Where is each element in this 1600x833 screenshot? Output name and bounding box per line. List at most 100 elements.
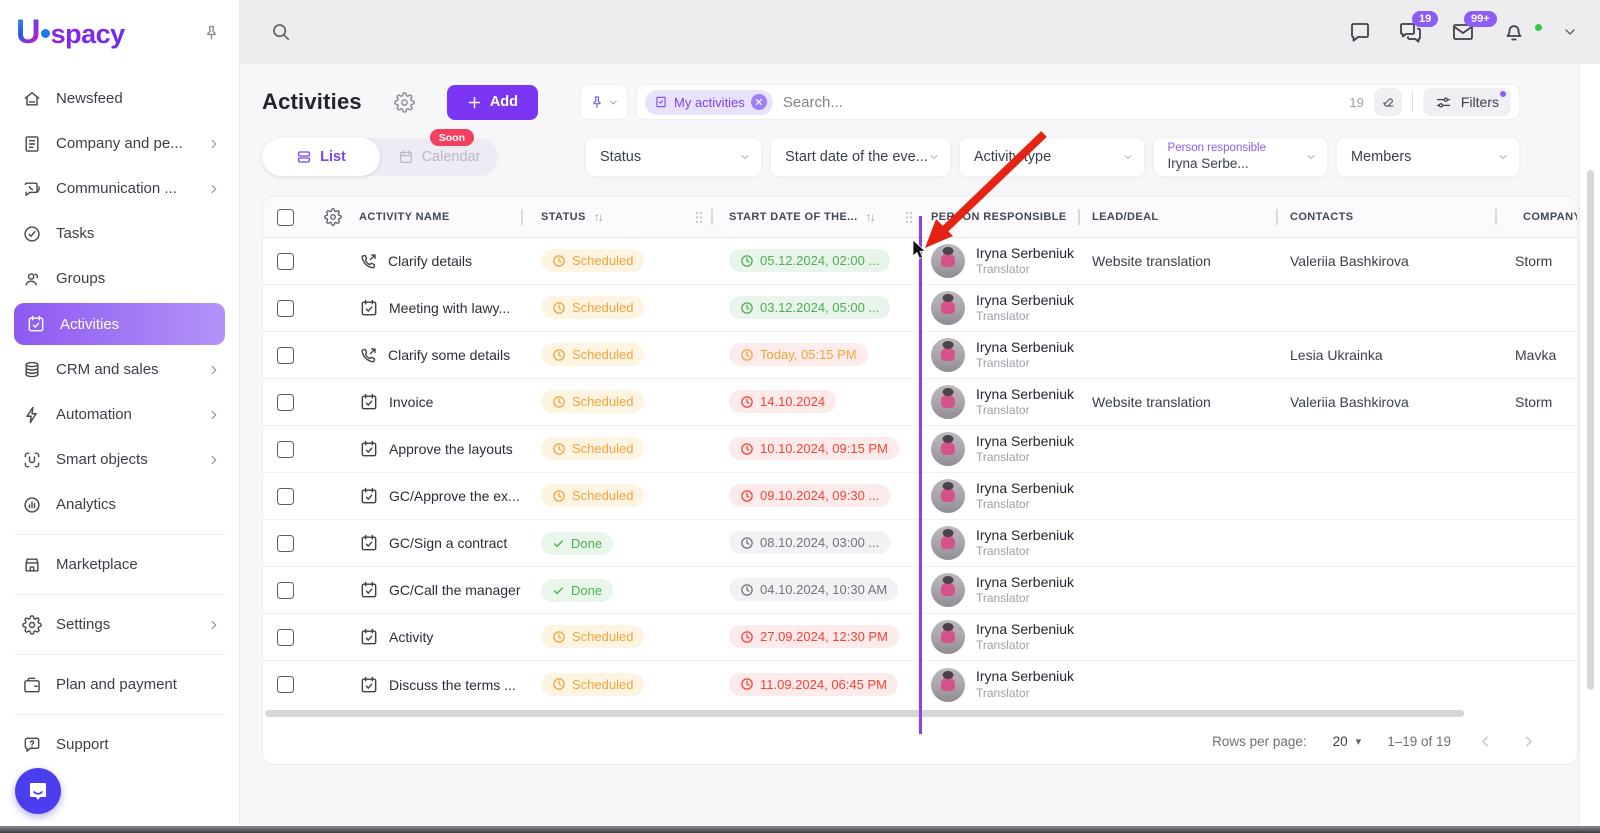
sidebar-item-label: Analytics xyxy=(56,496,221,513)
start-date-badge: 08.10.2024, 03:00 ... xyxy=(729,531,890,554)
sidebar-item-tasks[interactable]: Tasks xyxy=(0,211,239,256)
sidebar-item-marketplace[interactable]: Marketplace xyxy=(0,542,239,587)
select-all-checkbox[interactable] xyxy=(277,209,294,226)
column-header-activity-name[interactable]: ACTIVITY NAME xyxy=(359,197,521,237)
clock-icon xyxy=(740,489,754,503)
person-avatar xyxy=(931,338,965,372)
sidebar-item-crm-and-sales[interactable]: CRM and sales xyxy=(0,347,239,392)
messenger-icon[interactable]: 19 xyxy=(1398,20,1424,44)
row-checkbox[interactable] xyxy=(277,535,294,552)
add-activity-button[interactable]: Add xyxy=(447,85,538,120)
rows-per-page-select[interactable]: 20▾ xyxy=(1333,734,1362,749)
sidebar-item-smart-objects[interactable]: Smart objects xyxy=(0,437,239,482)
row-checkbox[interactable] xyxy=(277,394,294,411)
person-avatar xyxy=(931,244,965,278)
sidebar-item-communication[interactable]: Communication ... xyxy=(0,166,239,211)
sort-icon[interactable]: ↑↓ xyxy=(866,210,874,224)
person-role: Translator xyxy=(976,544,1074,559)
column-header-start-date[interactable]: START DATE OF THE...↑↓ xyxy=(711,197,921,237)
column-header-lead-deal[interactable]: LEAD/DEAL xyxy=(1078,197,1276,237)
support-chat-button[interactable] xyxy=(15,768,61,814)
sort-icon[interactable]: ↑↓ xyxy=(594,210,602,224)
horizontal-scrollbar-thumb[interactable] xyxy=(265,710,1464,717)
soon-badge: Soon xyxy=(430,129,474,146)
row-checkbox[interactable] xyxy=(277,253,294,270)
person-name: Iryna Serbeniuk xyxy=(976,668,1074,686)
clear-filters-eraser-button[interactable] xyxy=(1374,88,1402,116)
sidebar-item-support[interactable]: Support xyxy=(0,722,239,767)
members-filter[interactable]: Members xyxy=(1336,137,1520,177)
row-checkbox[interactable] xyxy=(277,441,294,458)
status-filter[interactable]: Status xyxy=(585,137,762,177)
activity-name: Clarify details xyxy=(388,253,472,269)
filters-row: Status Start date of the eve... Activity… xyxy=(585,137,1578,177)
communication-icon xyxy=(22,179,42,199)
logo-dot-icon xyxy=(41,29,50,38)
page-settings-gear-icon[interactable] xyxy=(394,92,415,113)
clock-icon xyxy=(552,677,566,691)
sliders-icon xyxy=(1435,94,1452,111)
row-checkbox[interactable] xyxy=(277,582,294,599)
my-activities-chip[interactable]: My activities ✕ xyxy=(645,90,773,115)
sidebar-item-activities[interactable]: Activities xyxy=(14,303,225,345)
mail-badge: 99+ xyxy=(1464,11,1497,27)
column-header-contacts[interactable]: CONTACTS xyxy=(1276,197,1495,237)
company-value: Storm xyxy=(1495,253,1577,269)
calendar-check-icon xyxy=(359,627,379,647)
chevron-down-icon xyxy=(1122,151,1134,163)
sidebar-item-groups[interactable]: Groups xyxy=(0,256,239,301)
notifications-bell-icon[interactable] xyxy=(1502,20,1526,44)
column-header-company[interactable]: COMPANY xyxy=(1495,197,1577,237)
mail-icon[interactable]: 99+ xyxy=(1450,20,1476,44)
table-settings-gear-icon[interactable] xyxy=(307,197,359,237)
pin-filter-button[interactable] xyxy=(580,84,628,120)
sidebar-item-label: Marketplace xyxy=(56,556,221,573)
drag-handle-icon[interactable] xyxy=(695,211,703,224)
start-date-filter[interactable]: Start date of the eve... xyxy=(770,137,951,177)
start-date-badge: 05.12.2024, 02:00 ... xyxy=(729,249,890,272)
person-avatar xyxy=(931,573,965,607)
sidebar-item-label: Plan and payment xyxy=(56,676,221,693)
column-header-person-responsible[interactable]: PERSON RESPONSIBLE xyxy=(921,197,1078,237)
row-checkbox[interactable] xyxy=(277,629,294,646)
sidebar-item-company-and-pe[interactable]: Company and pe... xyxy=(0,121,239,166)
column-resize-indicator[interactable] xyxy=(919,216,922,734)
sidebar-item-analytics[interactable]: Analytics xyxy=(0,482,239,527)
activity-type-filter[interactable]: Activity type xyxy=(959,137,1145,177)
sidebar-item-label: Automation xyxy=(56,406,193,423)
rows-per-page-label: Rows per page: xyxy=(1212,734,1307,749)
search-input[interactable] xyxy=(783,94,1340,111)
bolt-icon xyxy=(22,405,42,425)
previous-page-icon[interactable] xyxy=(1477,733,1494,750)
sidebar-item-settings[interactable]: Settings xyxy=(0,602,239,647)
row-checkbox[interactable] xyxy=(277,488,294,505)
chat-smile-icon xyxy=(26,779,50,803)
pin-sidebar-icon[interactable] xyxy=(202,23,221,42)
row-checkbox[interactable] xyxy=(277,300,294,317)
sidebar-item-plan-and-payment[interactable]: Plan and payment xyxy=(0,662,239,707)
person-responsible-filter[interactable]: Person responsibleIryna Serbe... xyxy=(1153,137,1328,177)
drag-handle-icon[interactable] xyxy=(905,211,913,224)
clock-icon xyxy=(552,395,566,409)
status-badge: Scheduled xyxy=(541,484,644,507)
status-badge: Scheduled xyxy=(541,343,644,366)
row-checkbox[interactable] xyxy=(277,347,294,364)
sidebar-item-automation[interactable]: Automation xyxy=(0,392,239,437)
filters-button[interactable]: Filters xyxy=(1423,88,1511,116)
vertical-scrollbar-thumb[interactable] xyxy=(1587,170,1594,690)
global-search-icon[interactable] xyxy=(270,21,292,43)
sidebar-item-newsfeed[interactable]: Newsfeed xyxy=(0,76,239,121)
row-checkbox[interactable] xyxy=(277,676,294,693)
chevron-down-icon xyxy=(739,151,751,163)
next-page-icon[interactable] xyxy=(1520,733,1537,750)
uspacy-logo[interactable]: Uspacy xyxy=(16,13,125,52)
person-role: Translator xyxy=(976,686,1074,701)
clock-icon xyxy=(552,630,566,644)
remove-chip-icon[interactable]: ✕ xyxy=(751,94,767,110)
calendar-check-icon xyxy=(359,392,379,412)
feedback-bubble-icon[interactable] xyxy=(1348,20,1372,44)
sidebar-item-label: Communication ... xyxy=(56,180,193,197)
account-menu[interactable] xyxy=(1552,24,1578,40)
list-view-tab[interactable]: List xyxy=(262,138,380,176)
column-header-status[interactable]: STATUS↑↓ xyxy=(521,197,711,237)
